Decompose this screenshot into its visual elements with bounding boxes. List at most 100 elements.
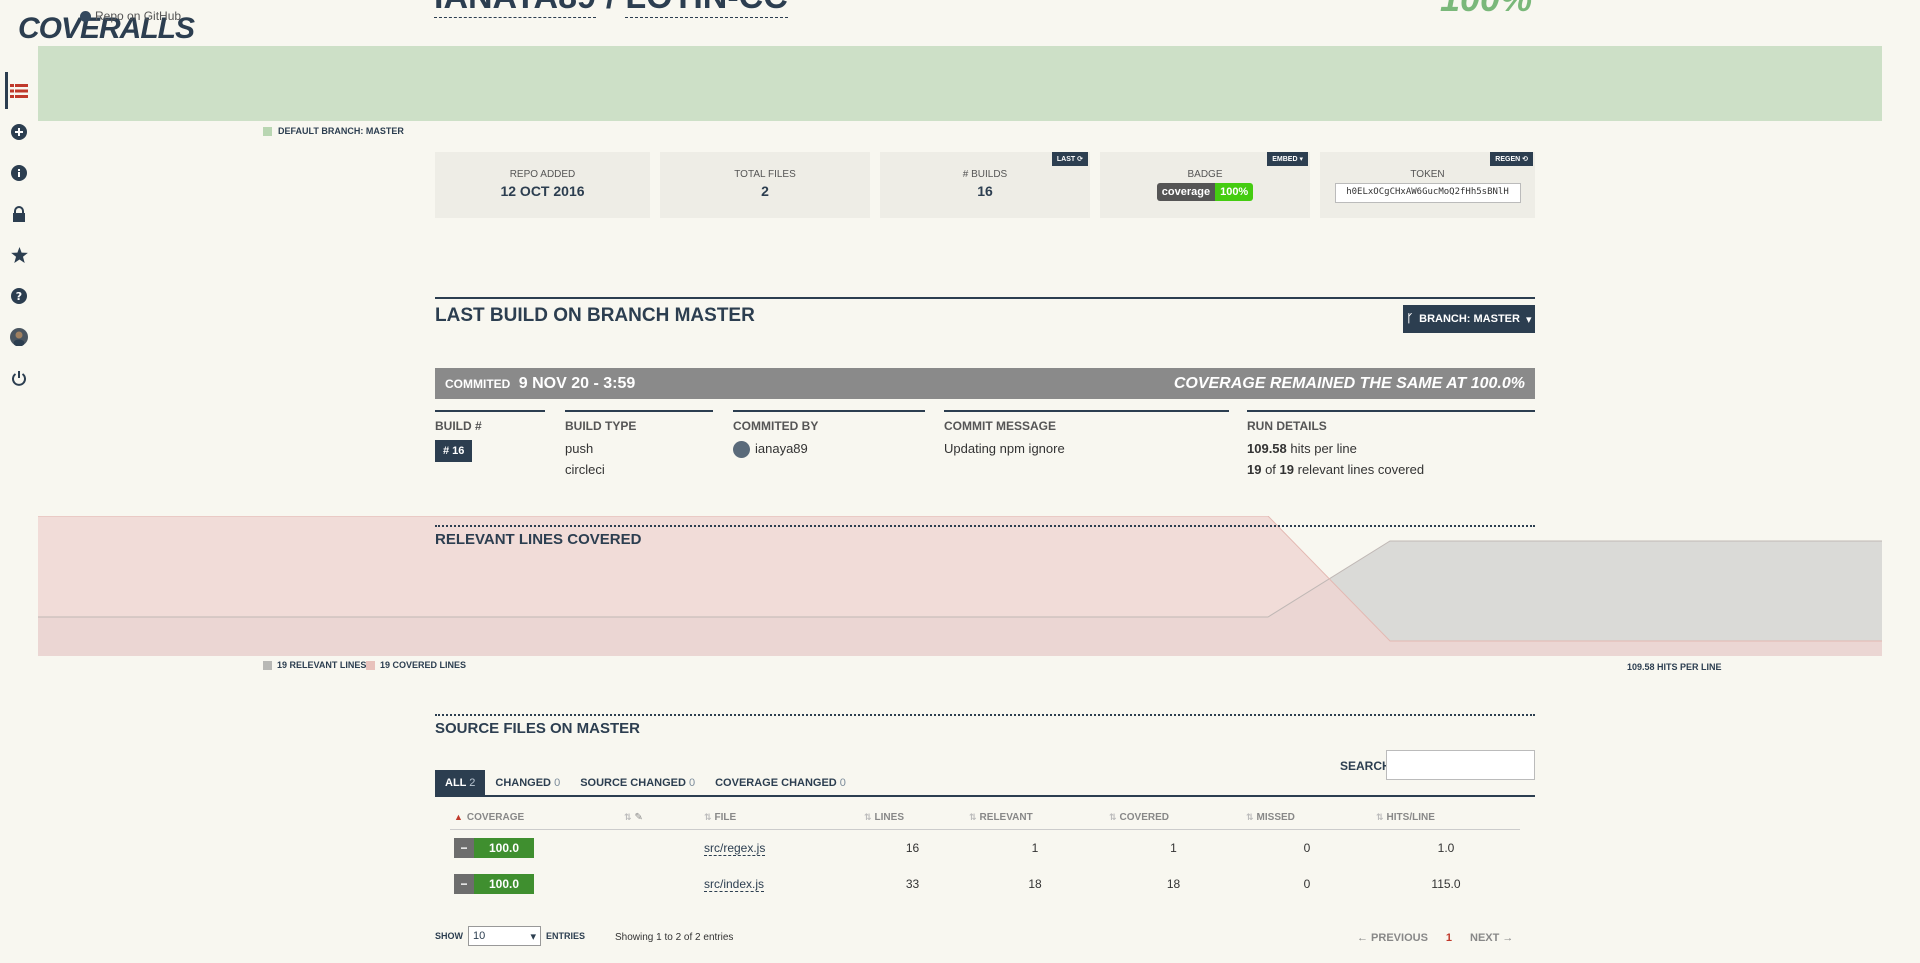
regen-token-button[interactable]: REGEN ⟲ <box>1490 152 1533 166</box>
stat-builds: LAST ⟳ # BUILDS 16 <box>880 152 1090 218</box>
cell-missed: 0 <box>1303 840 1311 855</box>
legend-relevant-label: 19 RELEVANT LINES <box>277 660 367 670</box>
power-icon <box>12 370 26 386</box>
tab-all[interactable]: ALL 2 <box>435 770 486 796</box>
repo-name-link[interactable]: LOTIN-CC <box>625 0 788 18</box>
table-row[interactable]: −100.0 src/index.js 33 18 18 0 115.0 <box>450 866 1520 902</box>
table-row[interactable]: −100.0 src/regex.js 16 1 1 0 1.0 <box>450 830 1520 866</box>
col-file[interactable]: ⇅ FILE <box>700 806 860 830</box>
cell-hits: 1.0 <box>1437 840 1455 855</box>
build-type-header: BUILD TYPE <box>565 419 637 433</box>
coverage-history-band <box>38 46 1882 121</box>
col-relevant[interactable]: ⇅ RELEVANT <box>965 806 1105 830</box>
tab-changed[interactable]: CHANGED 0 <box>485 770 570 796</box>
repo-owner-link[interactable]: IANAYA89 <box>434 0 596 18</box>
embed-badge-button[interactable]: EMBED ▾ <box>1267 152 1308 166</box>
last-build-button[interactable]: LAST ⟳ <box>1051 152 1088 166</box>
page-1-button[interactable]: 1 <box>1446 932 1452 944</box>
section-rule <box>435 525 1535 527</box>
tab-count: 0 <box>554 777 561 789</box>
col-hits[interactable]: ⇅ HITS/LINE <box>1372 806 1520 830</box>
pencil-icon: ✎ <box>634 812 643 823</box>
stat-value: 12 OCT 2016 <box>500 183 585 199</box>
covered-value: 19 <box>1247 462 1262 477</box>
build-number-link[interactable]: # 16 <box>435 440 473 462</box>
cell-missed: 0 <box>1303 876 1311 891</box>
page-size-select[interactable]: 10 ▾ <box>468 926 541 946</box>
stat-value: 2 <box>761 183 769 199</box>
legend-swatch <box>263 126 272 136</box>
col-label: LINES <box>874 812 904 823</box>
sort-asc-icon: ▲ <box>454 812 463 822</box>
col-edit[interactable]: ⇅ ✎ <box>620 806 700 830</box>
badge-right: 100% <box>1215 183 1254 201</box>
sidebar-item-favorites[interactable] <box>0 234 38 275</box>
coverage-badge[interactable]: coverage 100% <box>1156 183 1254 201</box>
file-link[interactable]: src/regex.js <box>704 840 766 856</box>
repo-on-github-link[interactable]: Repo on GitHub <box>80 9 181 23</box>
caret-down-icon: ▾ <box>530 930 536 943</box>
committed-label: COMMITED <box>445 376 511 391</box>
col-label: COVERAGE <box>466 812 525 823</box>
committed-at: 9 NOV 20 - 3:59 <box>518 374 636 392</box>
committer[interactable]: ianaya89 <box>733 441 925 459</box>
sidebar-item-logout[interactable] <box>0 357 38 398</box>
caret-down-icon: ▾ <box>1525 313 1532 326</box>
branch-icon: ᚴ <box>1406 313 1414 325</box>
question-icon: ? <box>11 287 27 304</box>
tab-source-changed[interactable]: SOURCE CHANGED 0 <box>570 770 705 796</box>
commit-message: Updating npm ignore <box>944 441 1065 456</box>
sidebar-item-add-repo[interactable] <box>0 111 38 152</box>
sort-icon: ⇅ <box>624 812 632 822</box>
sidebar-item-account[interactable] <box>0 316 38 357</box>
legend-swatch <box>366 660 375 670</box>
cell-file: src/index.js <box>700 866 860 902</box>
tab-label: CHANGED <box>495 777 551 789</box>
build-type-col: BUILD TYPE push circleci <box>565 410 713 477</box>
sidebar-item-info[interactable] <box>0 152 38 193</box>
covered-suffix: relevant lines covered <box>1294 462 1425 477</box>
info-icon <box>11 164 27 181</box>
col-lines[interactable]: ⇅ LINES <box>860 806 965 830</box>
prev-page-button[interactable]: ← PREVIOUS <box>1357 932 1428 944</box>
col-label: MISSED <box>1256 812 1295 823</box>
pagination: ← PREVIOUS 1 NEXT → <box>1357 932 1513 944</box>
sidebar-item-repos[interactable] <box>0 70 38 111</box>
next-page-button[interactable]: NEXT → <box>1470 932 1513 944</box>
sort-icon: ⇅ <box>864 812 872 822</box>
sidebar-item-help[interactable]: ? <box>0 275 38 316</box>
legend-hits-label: 109.58 HITS PER LINE <box>1627 662 1722 672</box>
star-icon <box>10 246 28 263</box>
sidebar-item-private[interactable] <box>0 193 38 234</box>
cell-lines: 33 <box>905 876 920 891</box>
repo-token-field[interactable]: h0ELxOCgCHxAW6GucMoQ2fHh5sBNlH <box>1334 183 1521 203</box>
tab-count: 0 <box>839 777 846 789</box>
table-header-row: ▲ COVERAGE ⇅ ✎ ⇅ FILE ⇅ LINES ⇅ RELEVANT ⇅ COV… <box>450 806 1520 830</box>
legend-swatch <box>263 660 272 670</box>
branch-select-button[interactable]: ᚴ BRANCH: MASTER ▾ <box>1403 305 1535 333</box>
stat-value: 16 <box>977 183 993 199</box>
run-details-header: RUN DETAILS <box>1247 419 1327 433</box>
cell-edit <box>620 866 700 902</box>
stat-repo-added: REPO ADDED 12 OCT 2016 <box>435 152 650 218</box>
col-missed[interactable]: ⇅ MISSED <box>1242 806 1372 830</box>
show-label: SHOW <box>435 931 463 941</box>
showing-info: Showing 1 to 2 of 2 entries <box>615 932 734 943</box>
show-entries: SHOW 10 ▾ ENTRIES <box>435 926 585 946</box>
cell-file: src/regex.js <box>700 830 860 866</box>
col-covered[interactable]: ⇅ COVERED <box>1105 806 1242 830</box>
sort-icon: ⇅ <box>1376 812 1384 822</box>
col-coverage[interactable]: ▲ COVERAGE <box>450 806 620 830</box>
tab-coverage-changed[interactable]: COVERAGE CHANGED 0 <box>705 770 856 796</box>
committed-by-header: COMMITED BY <box>733 419 819 433</box>
commit-bar: COMMITED 9 NOV 20 - 3:59 COVERAGE REMAIN… <box>435 368 1535 399</box>
committed-by-col: COMMITED BY ianaya89 <box>733 410 925 459</box>
search-input[interactable] <box>1386 750 1535 780</box>
sort-icon: ⇅ <box>1109 812 1117 822</box>
stat-label: TOTAL FILES <box>734 169 796 180</box>
source-files-table: ▲ COVERAGE ⇅ ✎ ⇅ FILE ⇅ LINES ⇅ RELEVANT ⇅ COV… <box>450 806 1520 902</box>
file-link[interactable]: src/index.js <box>704 876 765 892</box>
relevant-lines-title: RELEVANT LINES COVERED <box>435 531 642 548</box>
coverage-value: 100.0 <box>474 873 534 894</box>
legend-relevant: 19 RELEVANT LINES <box>263 660 366 670</box>
